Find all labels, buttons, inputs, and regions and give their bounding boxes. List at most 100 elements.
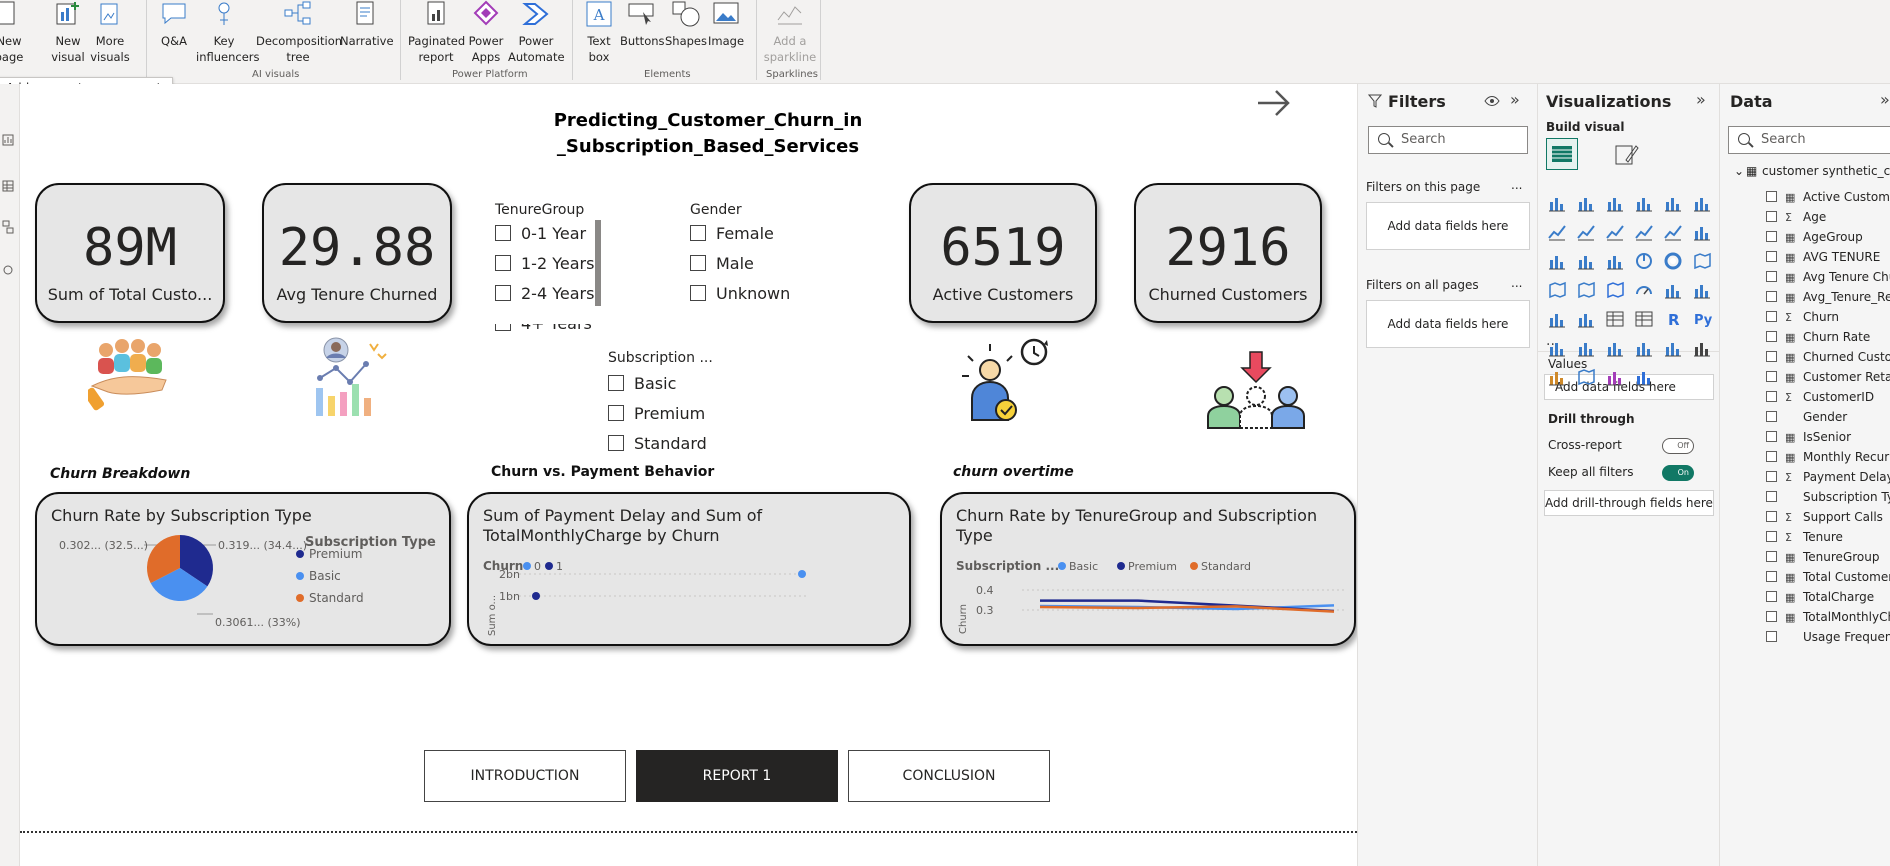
field-item[interactable]: Usage Frequency [1766, 630, 1890, 644]
field-item[interactable]: Σ Support Calls [1766, 510, 1883, 524]
field-checkbox[interactable] [1766, 451, 1777, 462]
collapse-chevron-icon[interactable]: » [1510, 90, 1520, 109]
slicer-scrollbar[interactable] [595, 220, 601, 306]
narrative-button[interactable]: Narrative [340, 0, 394, 49]
field-checkbox[interactable] [1766, 591, 1777, 602]
field-item[interactable]: ▦ Monthly Recurri... [1766, 450, 1890, 464]
donut-chart-icon[interactable] [1663, 251, 1683, 271]
more-visuals-button[interactable]: More visuals [88, 0, 132, 65]
field-item[interactable]: Subscription Ty... [1766, 490, 1890, 504]
more-options-icon[interactable]: ... [1511, 178, 1522, 192]
field-checkbox[interactable] [1766, 511, 1777, 522]
dax-query-icon[interactable] [2, 264, 14, 276]
field-item[interactable]: Σ Payment Delay [1766, 470, 1890, 484]
field-checkbox[interactable] [1766, 331, 1777, 342]
line-chart-card[interactable]: Churn Rate by TenureGroup and Subscripti… [940, 492, 1356, 646]
checkbox[interactable] [608, 405, 624, 421]
legend-label[interactable]: 1 [556, 560, 563, 573]
field-item[interactable]: ▦ TotalCharge [1766, 590, 1874, 604]
field-checkbox[interactable] [1766, 471, 1777, 482]
r-visual-icon[interactable]: R [1663, 309, 1683, 329]
slicer-option[interactable]: 2-4 Years [495, 284, 594, 303]
checkbox[interactable] [495, 225, 511, 241]
field-checkbox[interactable] [1766, 291, 1777, 302]
data-search-input[interactable]: Search [1728, 126, 1890, 154]
image-button[interactable]: Image [708, 0, 744, 49]
legend-label[interactable]: Premium [1128, 560, 1177, 573]
more-options-icon[interactable]: ... [1511, 276, 1522, 290]
checkbox[interactable] [495, 285, 511, 301]
power-automate-icon[interactable] [1634, 367, 1654, 387]
field-checkbox[interactable] [1766, 191, 1777, 202]
field-item[interactable]: ▦ Churned Custo... [1766, 350, 1890, 364]
table-item[interactable]: ⌄▦ customer synthetic_cu... [1734, 164, 1890, 178]
gauge-icon[interactable] [1634, 280, 1654, 300]
checkbox[interactable] [608, 435, 624, 451]
line-chart-icon[interactable] [1547, 222, 1567, 242]
table-icon[interactable] [1605, 309, 1625, 329]
build-visual-tab[interactable] [1546, 138, 1578, 170]
field-item[interactable]: ▦ Churn Rate [1766, 330, 1870, 344]
filters-search-input[interactable]: Search [1368, 126, 1528, 154]
stacked-column-chart-icon[interactable] [1576, 193, 1596, 213]
stacked-bar-chart-icon[interactable] [1547, 193, 1567, 213]
drill-through-dropzone[interactable]: Add drill-through fields here [1544, 490, 1714, 516]
field-checkbox[interactable] [1766, 611, 1777, 622]
slicer-option[interactable]: Premium [608, 404, 705, 423]
field-checkbox[interactable] [1766, 231, 1777, 242]
filters-page-dropzone[interactable]: Add data fields here [1366, 202, 1530, 250]
field-checkbox[interactable] [1766, 311, 1777, 322]
field-item[interactable]: ▦ Avg Tenure Chu... [1766, 270, 1890, 284]
new-visual-button[interactable]: New visual [48, 0, 88, 65]
cross-report-toggle[interactable]: Off [1662, 438, 1694, 454]
paginated-report-button[interactable]: Paginated report [408, 0, 465, 65]
values-dropzone[interactable]: Add data fields here [1544, 374, 1714, 400]
map-icon[interactable] [1547, 280, 1567, 300]
field-item[interactable]: ▦ TenureGroup [1766, 550, 1879, 564]
model-view-icon[interactable] [2, 220, 14, 234]
slicer-option[interactable]: Unknown [690, 284, 790, 303]
pie-chart-icon[interactable] [1634, 251, 1654, 271]
collapse-chevron-icon[interactable]: » [1696, 90, 1706, 109]
power-apps-button[interactable]: Power Apps [468, 0, 504, 65]
eye-icon[interactable] [1484, 95, 1500, 107]
python-visual-icon[interactable]: Py [1692, 309, 1713, 329]
legend-label[interactable]: Standard [1201, 560, 1251, 573]
slicer-option[interactable]: Basic [608, 374, 676, 393]
field-checkbox[interactable] [1766, 411, 1777, 422]
power-automate-button[interactable]: Power Automate [508, 0, 565, 65]
field-checkbox[interactable] [1766, 571, 1777, 582]
field-item[interactable]: Gender [1766, 410, 1847, 424]
clustered-column-chart-icon[interactable] [1634, 193, 1654, 213]
shape-map-icon[interactable] [1576, 367, 1596, 387]
stacked-area-chart-icon[interactable] [1605, 222, 1625, 242]
field-item[interactable]: Σ Churn [1766, 310, 1839, 324]
checkbox[interactable] [690, 255, 706, 271]
scatter-point[interactable] [532, 592, 540, 600]
field-item[interactable]: Σ CustomerID [1766, 390, 1874, 404]
field-checkbox[interactable] [1766, 351, 1777, 362]
slicer-option[interactable]: Female [690, 224, 774, 243]
multi-row-card-icon[interactable] [1692, 280, 1712, 300]
slicer-option[interactable]: Male [690, 254, 754, 273]
keep-filters-toggle[interactable]: On [1662, 465, 1694, 481]
qa-icon[interactable] [1605, 338, 1625, 358]
funnel-chart-icon[interactable] [1576, 251, 1596, 271]
scatter-chart-card[interactable]: Sum of Payment Delay and Sum of TotalMon… [467, 492, 911, 646]
line-column-chart-icon[interactable] [1634, 222, 1654, 242]
legend-label[interactable]: Premium [309, 547, 362, 561]
field-checkbox[interactable] [1766, 211, 1777, 222]
clustered-bar-chart-icon[interactable] [1605, 193, 1625, 213]
checkbox[interactable] [495, 255, 511, 271]
slicer-icon[interactable] [1576, 309, 1596, 329]
line-clustered-column-icon[interactable] [1663, 222, 1683, 242]
power-bi-visual-icon[interactable] [1547, 367, 1567, 387]
waterfall-chart-icon[interactable] [1547, 251, 1567, 271]
legend-label[interactable]: Standard [309, 591, 364, 605]
decomposition-tree-icon[interactable] [1576, 338, 1596, 358]
100-column-chart-icon[interactable] [1692, 193, 1712, 213]
shapes-button[interactable]: Shapes [664, 0, 708, 49]
slicer-option[interactable]: Standard [608, 434, 707, 453]
paginated-report-icon[interactable] [1692, 338, 1712, 358]
kpi-icon[interactable] [1547, 309, 1567, 329]
